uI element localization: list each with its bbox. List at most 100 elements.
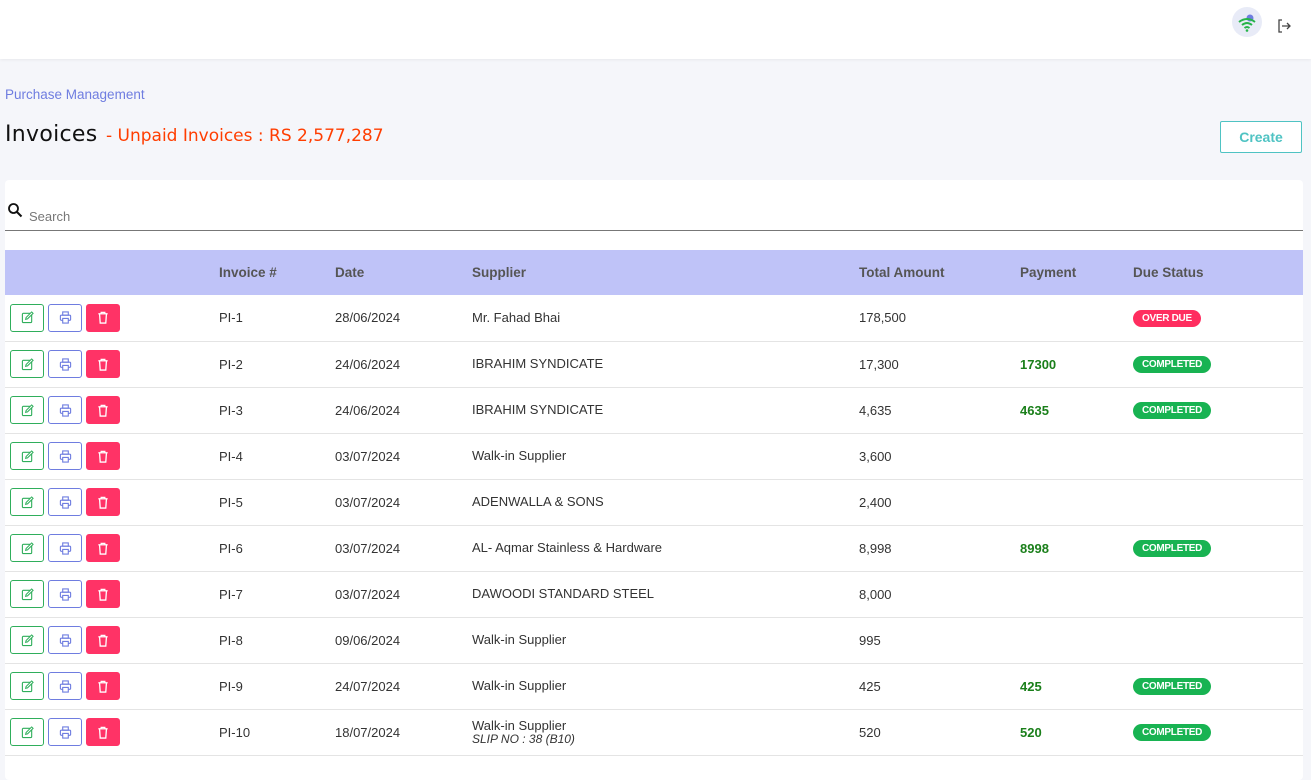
total-amount: 4,635	[859, 402, 892, 418]
edit-icon	[21, 357, 34, 370]
payment-amount: 4635	[1020, 402, 1049, 418]
col-header-payment[interactable]: Payment	[1020, 250, 1133, 295]
row-actions	[5, 617, 219, 663]
supplier-name: DAWOODI STANDARD STEEL	[472, 586, 655, 601]
printer-icon	[59, 357, 71, 371]
invoice-number: PI-3	[219, 402, 243, 418]
delete-button[interactable]	[86, 718, 120, 746]
invoice-number: PI-10	[219, 724, 251, 740]
trash-icon	[98, 726, 108, 739]
delete-button[interactable]	[86, 672, 120, 700]
print-button[interactable]	[48, 350, 82, 378]
delete-button[interactable]	[86, 442, 120, 470]
col-header-total[interactable]: Total Amount	[859, 250, 1020, 295]
supplier-name: Walk-in Supplier	[472, 448, 567, 463]
edit-button[interactable]	[10, 534, 44, 562]
supplier-cell: IBRAHIM SYNDICATE	[472, 387, 859, 433]
edit-button[interactable]	[10, 488, 44, 516]
table-row: PI-3 24/06/2024 IBRAHIM SYNDICATE 4,635 4635…	[5, 387, 1303, 433]
col-header-actions	[5, 250, 219, 295]
edit-button[interactable]	[10, 580, 44, 608]
search-icon	[8, 203, 23, 218]
supplier-cell: Walk-in Supplier	[472, 663, 859, 709]
delete-button[interactable]	[86, 488, 120, 516]
delete-button[interactable]	[86, 534, 120, 562]
trash-icon	[98, 312, 108, 324]
logout-icon[interactable]	[1276, 18, 1292, 34]
printer-icon	[59, 449, 71, 463]
table-row: PI-9 24/07/2024 Walk-in Supplier 425 425 COMP…	[5, 663, 1303, 709]
edit-button[interactable]	[10, 672, 44, 700]
col-header-date[interactable]: Date	[335, 250, 472, 295]
print-button[interactable]	[48, 303, 82, 332]
trash-icon	[98, 450, 108, 463]
edit-button[interactable]	[10, 718, 44, 746]
invoices-card: Invoice # Date Supplier Total Amount Pay…	[5, 180, 1303, 780]
trash-icon	[98, 634, 108, 647]
supplier-cell: Walk-in Supplier SLIP NO : 38 (B10)	[472, 709, 859, 755]
edit-button[interactable]	[10, 442, 44, 470]
col-header-supplier[interactable]: Supplier	[472, 250, 859, 295]
due-status-cell: COMPLETED	[1133, 387, 1303, 433]
table-row: PI-10 18/07/2024 Walk-in Supplier SLIP NO :…	[5, 709, 1303, 755]
create-button[interactable]: Create	[1220, 121, 1302, 153]
edit-icon	[21, 449, 34, 462]
supplier-cell: Mr. Fahad Bhai	[472, 295, 859, 341]
delete-button[interactable]	[86, 303, 120, 332]
edit-button[interactable]	[10, 303, 44, 332]
invoice-date: 24/06/2024	[335, 356, 401, 372]
edit-button[interactable]	[10, 626, 44, 654]
supplier-name: Walk-in Supplier	[472, 632, 567, 647]
print-button[interactable]	[48, 672, 82, 700]
payment-amount: 425	[1020, 678, 1042, 694]
col-header-due-status[interactable]: Due Status	[1133, 250, 1303, 295]
table-row: PI-5 03/07/2024 ADENWALLA & SONS 2,400	[5, 479, 1303, 525]
trash-icon	[98, 588, 108, 601]
invoice-date: 28/06/2024	[335, 310, 401, 326]
row-actions	[5, 387, 219, 433]
trash-icon	[98, 542, 108, 555]
avatar[interactable]	[1232, 7, 1262, 37]
payment-amount	[1020, 571, 1133, 617]
edit-icon	[21, 311, 34, 324]
invoice-number: PI-6	[219, 540, 243, 556]
total-amount: 17,300	[859, 356, 899, 372]
row-actions	[5, 571, 219, 617]
breadcrumb[interactable]: Purchase Management	[5, 87, 145, 102]
edit-icon	[21, 679, 34, 692]
edit-icon	[21, 403, 34, 416]
delete-button[interactable]	[86, 350, 120, 378]
print-button[interactable]	[48, 442, 82, 470]
invoice-date: 03/07/2024	[335, 494, 401, 510]
supplier-name: AL- Aqmar Stainless & Hardware	[472, 540, 663, 555]
row-actions	[5, 341, 219, 387]
printer-icon	[59, 725, 71, 739]
status-badge: COMPLETED	[1133, 724, 1212, 741]
page-title: Invoices	[5, 122, 98, 147]
trash-icon	[98, 404, 108, 417]
col-header-invoice[interactable]: Invoice #	[219, 250, 335, 295]
table-header-row: Invoice # Date Supplier Total Amount Pay…	[5, 250, 1303, 295]
delete-button[interactable]	[86, 626, 120, 654]
delete-button[interactable]	[86, 580, 120, 608]
supplier-name: Walk-in Supplier	[472, 717, 567, 733]
edit-button[interactable]	[10, 396, 44, 424]
search-input[interactable]	[27, 204, 1291, 228]
print-button[interactable]	[48, 396, 82, 424]
table-row: PI-4 03/07/2024 Walk-in Supplier 3,600	[5, 433, 1303, 479]
trash-icon	[98, 496, 108, 509]
delete-button[interactable]	[86, 396, 120, 424]
supplier-cell: Walk-in Supplier	[472, 617, 859, 663]
print-button[interactable]	[48, 488, 82, 516]
print-button[interactable]	[48, 534, 82, 562]
invoice-number: PI-7	[219, 586, 243, 602]
edit-button[interactable]	[10, 350, 44, 378]
payment-amount: 17300	[1020, 356, 1057, 372]
print-button[interactable]	[48, 718, 82, 746]
print-button[interactable]	[48, 626, 82, 654]
invoice-number: PI-1	[219, 310, 243, 326]
user-wifi-avatar-icon	[1238, 14, 1256, 32]
print-button[interactable]	[48, 580, 82, 608]
due-status-cell: COMPLETED	[1133, 709, 1303, 755]
edit-icon	[21, 725, 34, 738]
